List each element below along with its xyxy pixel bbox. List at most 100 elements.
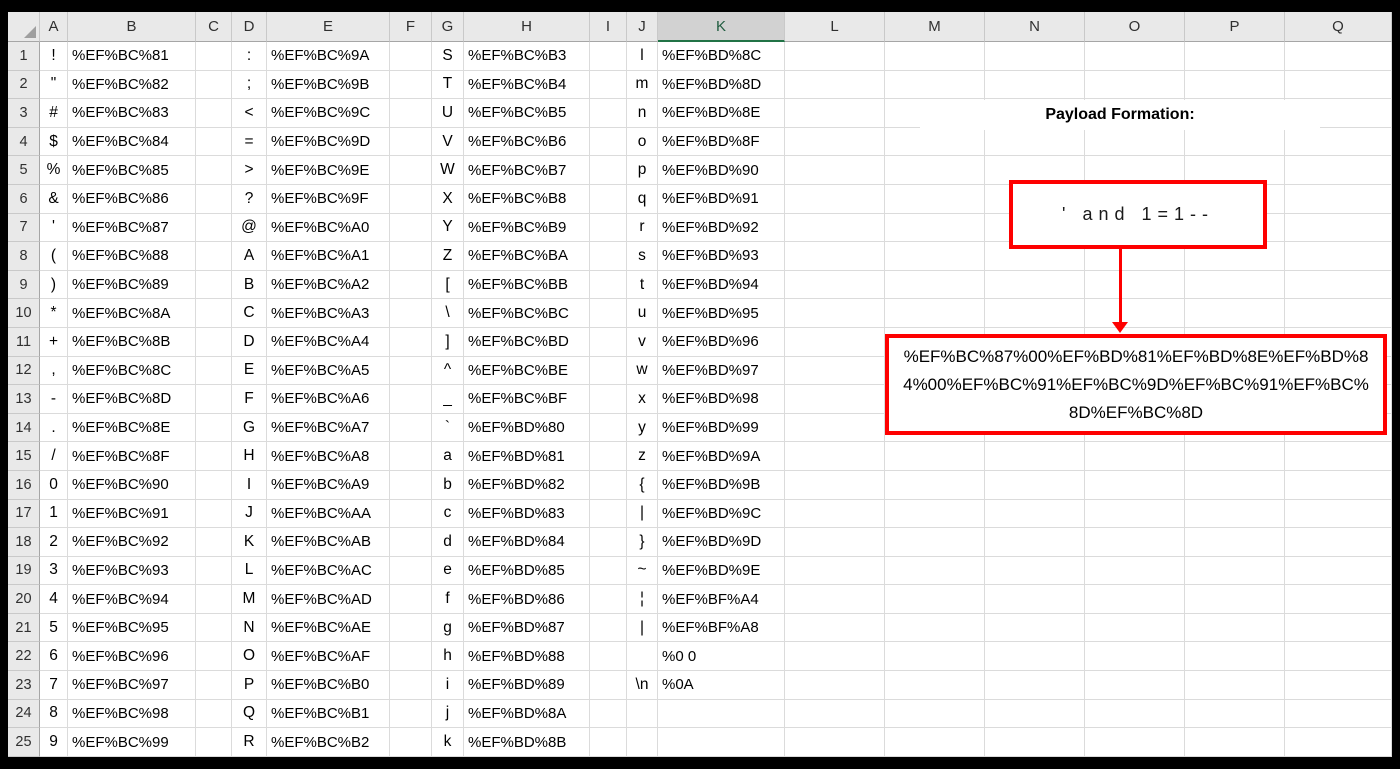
cell-B7[interactable]: %EF%BC%87 bbox=[68, 213, 196, 243]
cell-K8[interactable]: %EF%BD%93 bbox=[658, 242, 785, 271]
cell-D9[interactable]: B bbox=[232, 270, 267, 300]
row-header-22[interactable]: 22 bbox=[8, 642, 40, 672]
cell-G23[interactable]: i bbox=[432, 671, 464, 700]
cell-J16[interactable]: { bbox=[627, 470, 658, 500]
cell-A23[interactable]: 7 bbox=[40, 671, 68, 700]
cell-D5[interactable]: > bbox=[232, 156, 267, 185]
cell-K20[interactable]: %EF%BF%A4 bbox=[658, 585, 785, 614]
cell-G6[interactable]: X bbox=[432, 184, 464, 214]
cell-E18[interactable]: %EF%BC%AB bbox=[267, 528, 390, 557]
cell-B18[interactable]: %EF%BC%92 bbox=[68, 528, 196, 557]
cell-P18[interactable] bbox=[1185, 528, 1285, 557]
cell-E13[interactable]: %EF%BC%A6 bbox=[267, 385, 390, 414]
cell-N16[interactable] bbox=[985, 470, 1085, 500]
cell-F4[interactable] bbox=[390, 127, 432, 157]
row-header-5[interactable]: 5 bbox=[8, 156, 40, 185]
row-header-13[interactable]: 13 bbox=[8, 385, 40, 414]
cell-N19[interactable] bbox=[985, 556, 1085, 586]
cell-A13[interactable]: - bbox=[40, 385, 68, 414]
cell-E21[interactable]: %EF%BC%AE bbox=[267, 613, 390, 643]
cell-C2[interactable] bbox=[196, 70, 232, 100]
cell-P20[interactable] bbox=[1185, 585, 1285, 614]
cell-D8[interactable]: A bbox=[232, 242, 267, 271]
cell-A4[interactable]: $ bbox=[40, 127, 68, 157]
cell-Q23[interactable] bbox=[1285, 671, 1392, 700]
column-header-M[interactable]: M bbox=[885, 12, 985, 42]
cell-H7[interactable]: %EF%BC%B9 bbox=[464, 213, 590, 243]
cell-B6[interactable]: %EF%BC%86 bbox=[68, 184, 196, 214]
cell-E20[interactable]: %EF%BC%AD bbox=[267, 585, 390, 614]
cell-F12[interactable] bbox=[390, 356, 432, 386]
cell-L2[interactable] bbox=[785, 70, 885, 100]
cell-G5[interactable]: W bbox=[432, 156, 464, 185]
column-header-H[interactable]: H bbox=[464, 12, 590, 42]
cell-D15[interactable]: H bbox=[232, 442, 267, 471]
cell-L18[interactable] bbox=[785, 528, 885, 557]
cell-K6[interactable]: %EF%BD%91 bbox=[658, 184, 785, 214]
cell-E22[interactable]: %EF%BC%AF bbox=[267, 642, 390, 672]
cell-F20[interactable] bbox=[390, 585, 432, 614]
cell-B12[interactable]: %EF%BC%8C bbox=[68, 356, 196, 386]
cell-C4[interactable] bbox=[196, 127, 232, 157]
column-header-E[interactable]: E bbox=[267, 12, 390, 42]
row-header-20[interactable]: 20 bbox=[8, 585, 40, 614]
cell-J9[interactable]: t bbox=[627, 270, 658, 300]
cell-A12[interactable]: , bbox=[40, 356, 68, 386]
cell-K24[interactable] bbox=[658, 699, 785, 729]
cell-J18[interactable]: } bbox=[627, 528, 658, 557]
cell-A5[interactable]: % bbox=[40, 156, 68, 185]
cell-J12[interactable]: w bbox=[627, 356, 658, 386]
row-header-24[interactable]: 24 bbox=[8, 699, 40, 729]
cell-P9[interactable] bbox=[1185, 270, 1285, 300]
cell-K18[interactable]: %EF%BD%9D bbox=[658, 528, 785, 557]
cell-F5[interactable] bbox=[390, 156, 432, 185]
cell-O2[interactable] bbox=[1085, 70, 1185, 100]
cell-E15[interactable]: %EF%BC%A8 bbox=[267, 442, 390, 471]
cell-L5[interactable] bbox=[785, 156, 885, 185]
cell-N24[interactable] bbox=[985, 699, 1085, 729]
cell-H3[interactable]: %EF%BC%B5 bbox=[464, 99, 590, 128]
cell-M5[interactable] bbox=[885, 156, 985, 185]
cell-L10[interactable] bbox=[785, 299, 885, 328]
cell-H24[interactable]: %EF%BD%8A bbox=[464, 699, 590, 729]
row-header-15[interactable]: 15 bbox=[8, 442, 40, 471]
cell-C21[interactable] bbox=[196, 613, 232, 643]
cell-D17[interactable]: J bbox=[232, 499, 267, 529]
cell-L6[interactable] bbox=[785, 184, 885, 214]
cell-C14[interactable] bbox=[196, 413, 232, 443]
cell-A25[interactable]: 9 bbox=[40, 728, 68, 757]
cell-Q25[interactable] bbox=[1285, 728, 1392, 757]
cell-M10[interactable] bbox=[885, 299, 985, 328]
cell-E5[interactable]: %EF%BC%9E bbox=[267, 156, 390, 185]
cell-I10[interactable] bbox=[590, 299, 627, 328]
cell-G2[interactable]: T bbox=[432, 70, 464, 100]
cell-B2[interactable]: %EF%BC%82 bbox=[68, 70, 196, 100]
cell-O1[interactable] bbox=[1085, 42, 1185, 71]
cell-E4[interactable]: %EF%BC%9D bbox=[267, 127, 390, 157]
cell-J17[interactable]: | bbox=[627, 499, 658, 529]
cell-G20[interactable]: f bbox=[432, 585, 464, 614]
row-header-21[interactable]: 21 bbox=[8, 613, 40, 643]
cell-L3[interactable] bbox=[785, 99, 885, 128]
cell-Q18[interactable] bbox=[1285, 528, 1392, 557]
cell-I11[interactable] bbox=[590, 327, 627, 357]
cell-M20[interactable] bbox=[885, 585, 985, 614]
cell-F8[interactable] bbox=[390, 242, 432, 271]
select-all-corner[interactable] bbox=[8, 12, 40, 42]
cell-Q17[interactable] bbox=[1285, 499, 1392, 529]
cell-M6[interactable] bbox=[885, 184, 985, 214]
cell-I14[interactable] bbox=[590, 413, 627, 443]
cell-D21[interactable]: N bbox=[232, 613, 267, 643]
cell-B15[interactable]: %EF%BC%8F bbox=[68, 442, 196, 471]
cell-I24[interactable] bbox=[590, 699, 627, 729]
cell-J23[interactable]: \n bbox=[627, 671, 658, 700]
cell-O10[interactable] bbox=[1085, 299, 1185, 328]
cell-A7[interactable]: ' bbox=[40, 213, 68, 243]
cell-Q20[interactable] bbox=[1285, 585, 1392, 614]
cell-Q1[interactable] bbox=[1285, 42, 1392, 71]
cell-H18[interactable]: %EF%BD%84 bbox=[464, 528, 590, 557]
cell-H23[interactable]: %EF%BD%89 bbox=[464, 671, 590, 700]
cell-H11[interactable]: %EF%BC%BD bbox=[464, 327, 590, 357]
cell-H12[interactable]: %EF%BC%BE bbox=[464, 356, 590, 386]
cell-C13[interactable] bbox=[196, 385, 232, 414]
